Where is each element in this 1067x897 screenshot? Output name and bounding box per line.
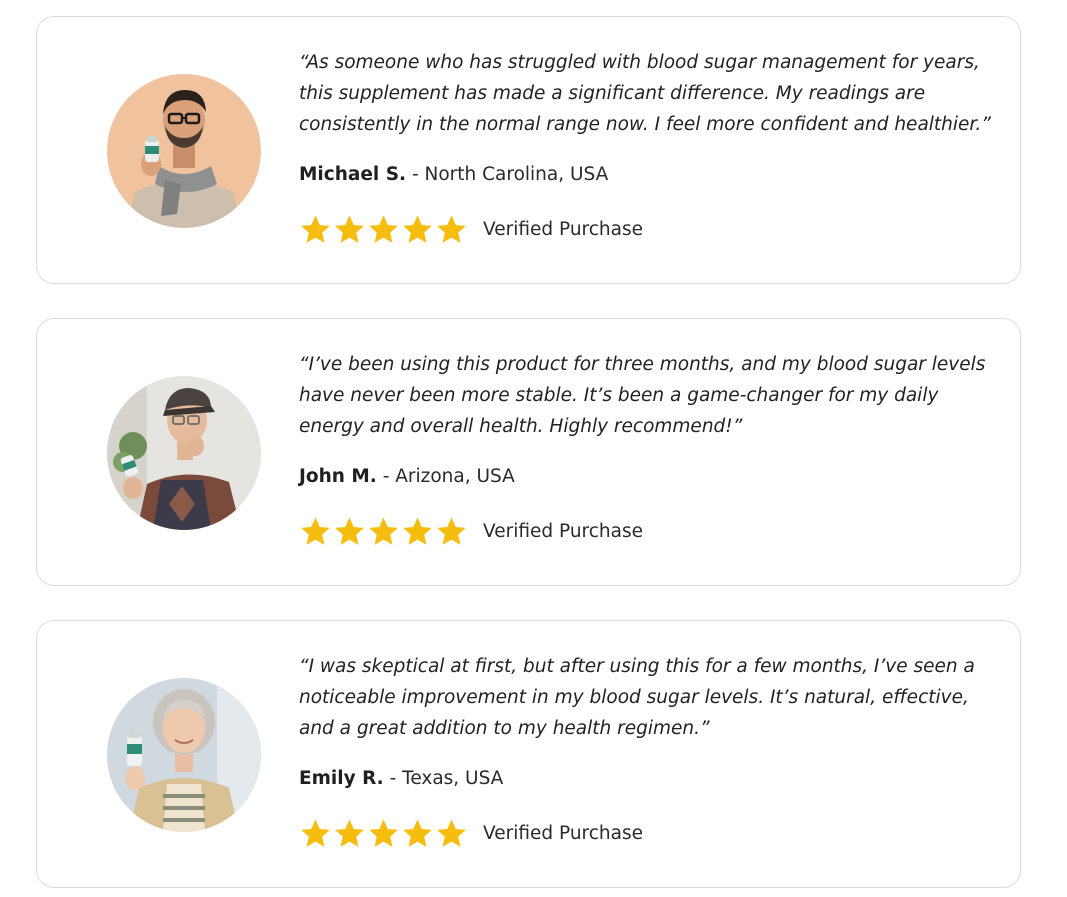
testimonial-card: “I was skeptical at first, but after usi… [36, 620, 1021, 888]
star-icon [301, 516, 330, 545]
star-rating [299, 213, 468, 246]
star-icon [403, 818, 432, 847]
star-rating [299, 817, 468, 850]
avatar [107, 74, 261, 228]
testimonial-author: Emily R. - Texas, USA [299, 765, 503, 793]
verified-purchase-label: Verified Purchase [483, 822, 644, 844]
verified-purchase-label: Verified Purchase [483, 218, 644, 240]
star-rating [299, 515, 468, 548]
testimonial-card: “I’ve been using this product for three … [36, 318, 1021, 586]
rating-row: Verified Purchase [299, 815, 643, 851]
testimonial-quote: “As someone who has struggled with blood… [299, 52, 991, 135]
star-icon [437, 214, 466, 243]
rating-row: Verified Purchase [299, 513, 643, 549]
star-icon [369, 818, 398, 847]
avatar [107, 376, 261, 530]
star-icon [301, 818, 330, 847]
avatar [107, 678, 261, 832]
author-location: - North Carolina, USA [406, 164, 609, 185]
author-name: John M. [299, 466, 377, 487]
author-name: Emily R. [299, 768, 384, 789]
testimonial-author: John M. - Arizona, USA [299, 463, 515, 491]
verified-purchase-label: Verified Purchase [483, 520, 644, 542]
testimonial-card: “As someone who has struggled with blood… [36, 16, 1021, 284]
star-icon [369, 516, 398, 545]
author-location: - Texas, USA [383, 768, 504, 789]
star-icon [335, 516, 364, 545]
star-icon [403, 516, 432, 545]
testimonial-quote: “I was skeptical at first, but after usi… [299, 656, 975, 739]
star-icon [437, 818, 466, 847]
testimonial-quote: “I’ve been using this product for three … [299, 354, 986, 437]
star-icon [403, 214, 432, 243]
author-location: - Arizona, USA [376, 466, 515, 487]
rating-row: Verified Purchase [299, 211, 643, 247]
star-icon [437, 516, 466, 545]
star-icon [335, 818, 364, 847]
star-icon [335, 214, 364, 243]
star-icon [369, 214, 398, 243]
testimonial-author: Michael S. - North Carolina, USA [299, 161, 608, 189]
author-name: Michael S. [299, 164, 407, 185]
star-icon [301, 214, 330, 243]
